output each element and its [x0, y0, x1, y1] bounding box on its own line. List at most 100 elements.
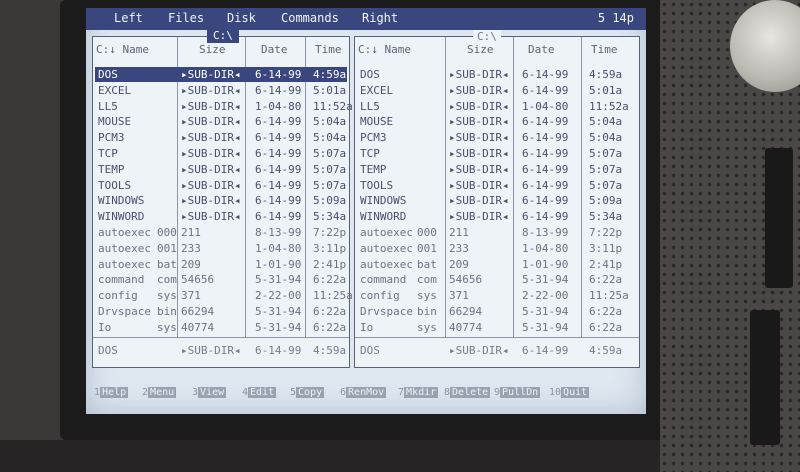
- file-row[interactable]: PCM3 ▸SUB-DIR◂ 6-14-99 5:04a: [357, 130, 637, 145]
- file-date: 6-14-99: [255, 131, 302, 145]
- file-row[interactable]: autoexec 001 233 1-04-80 3:11p: [95, 241, 347, 256]
- file-extension: bat: [417, 257, 437, 271]
- menu-bar: Left Files Disk Commands Right 5 14p: [86, 8, 646, 30]
- left-time-header[interactable]: Time: [315, 43, 342, 56]
- status-time: 4:59a: [589, 344, 623, 357]
- file-row[interactable]: DOS ▸SUB-DIR◂ 6-14-99 4:59a: [95, 67, 347, 82]
- left-file-panel[interactable]: C:\ C:↓ Name Size Date Time DOS ▸SUB-DIR◂ 6-14…: [92, 28, 353, 368]
- fkey-copy-button[interactable]: 5 Copy: [290, 386, 325, 400]
- file-size: ▸SUB-DIR◂: [449, 210, 509, 224]
- file-time: 5:09a: [313, 194, 347, 208]
- menu-files[interactable]: Files: [168, 11, 204, 25]
- file-row[interactable]: autoexec 000 211 8-13-99 7:22p: [95, 225, 347, 240]
- laptop-base: [0, 440, 660, 472]
- file-row[interactable]: WINDOWS ▸SUB-DIR◂ 6-14-99 5:09a: [357, 193, 637, 208]
- file-name: WINDOWS: [98, 194, 145, 208]
- file-row[interactable]: DOS ▸SUB-DIR◂ 6-14-99 4:59a: [357, 67, 637, 82]
- left-size-header[interactable]: Size: [199, 43, 226, 56]
- file-row[interactable]: TOOLS ▸SUB-DIR◂ 6-14-99 5:07a: [95, 178, 347, 193]
- file-row[interactable]: TEMP ▸SUB-DIR◂ 6-14-99 5:07a: [95, 162, 347, 177]
- fkey-delete-button[interactable]: 8 Delete: [444, 386, 491, 400]
- file-row[interactable]: Drvspace bin 66294 5-31-94 6:22a: [357, 304, 637, 319]
- fkey-quit-button[interactable]: 10 Quit: [549, 386, 590, 400]
- file-time: 11:52a: [589, 99, 629, 113]
- file-row[interactable]: Io sys 40774 5-31-94 6:22a: [95, 320, 347, 335]
- file-row[interactable]: TEMP ▸SUB-DIR◂ 6-14-99 5:07a: [357, 162, 637, 177]
- right-name-header[interactable]: C:↓ Name: [358, 43, 411, 56]
- file-row[interactable]: autoexec 001 233 1-04-80 3:11p: [357, 241, 637, 256]
- file-size: 371: [449, 289, 469, 303]
- fkey-pulldn-button[interactable]: 9 PullDn: [494, 386, 541, 400]
- file-row[interactable]: command com 54656 5-31-94 6:22a: [95, 272, 347, 287]
- menu-left[interactable]: Left: [114, 11, 143, 25]
- file-row[interactable]: EXCEL ▸SUB-DIR◂ 6-14-99 5:01a: [357, 83, 637, 98]
- file-row[interactable]: WINDOWS ▸SUB-DIR◂ 6-14-99 5:09a: [95, 193, 347, 208]
- menu-commands[interactable]: Commands: [281, 11, 339, 25]
- right-date-header[interactable]: Date: [528, 43, 555, 56]
- left-name-header[interactable]: C:↓ Name: [96, 43, 149, 56]
- right-time-header[interactable]: Time: [591, 43, 618, 56]
- file-extension: com: [157, 273, 177, 287]
- file-size: 371: [181, 289, 201, 303]
- file-row[interactable]: MOUSE ▸SUB-DIR◂ 6-14-99 5:04a: [95, 114, 347, 129]
- file-name: Io: [98, 320, 112, 334]
- file-name: config: [98, 289, 138, 303]
- fkey-help-button[interactable]: 1 Help: [94, 386, 129, 400]
- file-row[interactable]: TCP ▸SUB-DIR◂ 6-14-99 5:07a: [95, 146, 347, 161]
- fkey-label: RenMov: [346, 387, 387, 398]
- menu-right[interactable]: Right: [362, 11, 398, 25]
- file-size: 40774: [449, 320, 483, 334]
- file-row[interactable]: LL5 ▸SUB-DIR◂ 1-04-80 11:52a: [95, 99, 353, 114]
- file-name: LL5: [360, 99, 380, 113]
- status-date: 6-14-99: [255, 344, 302, 357]
- file-date: 2-22-00: [255, 289, 302, 303]
- file-time: 5:01a: [313, 83, 347, 97]
- fkey-label: Menu: [148, 387, 177, 398]
- file-row[interactable]: config sys 371 2-22-00 11:25a: [357, 288, 637, 303]
- file-size: ▸SUB-DIR◂: [449, 147, 509, 160]
- left-date-header[interactable]: Date: [261, 43, 288, 56]
- file-size: ▸SUB-DIR◂: [181, 68, 241, 81]
- file-size: ▸SUB-DIR◂: [181, 178, 241, 192]
- file-date: 1-04-80: [522, 241, 569, 255]
- status-size: ▸SUB-DIR◂: [449, 344, 509, 357]
- file-name: TCP: [98, 147, 118, 160]
- file-date: 5-31-94: [522, 273, 569, 287]
- fkey-renmov-button[interactable]: 6 RenMov: [340, 386, 387, 400]
- file-row[interactable]: command com 54656 5-31-94 6:22a: [357, 272, 637, 287]
- file-row[interactable]: MOUSE ▸SUB-DIR◂ 6-14-99 5:04a: [357, 114, 637, 129]
- menu-disk[interactable]: Disk: [227, 11, 256, 25]
- fkey-menu-button[interactable]: 2 Menu: [142, 386, 177, 400]
- file-date: 1-01-90: [255, 257, 302, 271]
- file-row[interactable]: PCM3 ▸SUB-DIR◂ 6-14-99 5:04a: [95, 130, 347, 145]
- file-row[interactable]: config sys 371 2-22-00 11:25a: [95, 288, 353, 303]
- file-extension: bin: [157, 305, 177, 318]
- file-row[interactable]: EXCEL ▸SUB-DIR◂ 6-14-99 5:01a: [95, 83, 347, 98]
- file-date: 1-04-80: [522, 99, 569, 113]
- file-time: 5:01a: [589, 83, 623, 97]
- file-row[interactable]: autoexec 000 211 8-13-99 7:22p: [357, 225, 637, 240]
- file-row[interactable]: Io sys 40774 5-31-94 6:22a: [357, 320, 637, 335]
- file-date: 6-14-99: [522, 131, 569, 145]
- file-date: 6-14-99: [255, 194, 302, 208]
- file-extension: 001: [157, 241, 177, 255]
- fkey-mkdir-button[interactable]: 7 Mkdir: [398, 386, 439, 400]
- file-time: 3:11p: [313, 241, 347, 255]
- file-row[interactable]: WINWORD ▸SUB-DIR◂ 6-14-99 5:34a: [357, 209, 637, 224]
- file-size: ▸SUB-DIR◂: [449, 162, 509, 176]
- file-row[interactable]: autoexec bat 209 1-01-90 2:41p: [357, 257, 637, 272]
- file-row[interactable]: TCP ▸SUB-DIR◂ 6-14-99 5:07a: [357, 146, 637, 161]
- file-time: 5:07a: [313, 178, 347, 192]
- fkey-edit-button[interactable]: 4 Edit: [242, 386, 277, 400]
- file-row[interactable]: LL5 ▸SUB-DIR◂ 1-04-80 11:52a: [357, 99, 637, 114]
- right-file-panel[interactable]: C:\ C:↓ Name Size Date Time DOS ▸SUB-DIR◂ 6-14…: [354, 30, 640, 368]
- file-row[interactable]: WINWORD ▸SUB-DIR◂ 6-14-99 5:34a: [95, 209, 347, 224]
- file-name: autoexec: [360, 257, 413, 271]
- right-size-header[interactable]: Size: [467, 43, 494, 56]
- fkey-view-button[interactable]: 3 View: [192, 386, 227, 400]
- file-row[interactable]: Drvspace bin 66294 5-31-94 6:22a: [95, 304, 347, 319]
- file-row[interactable]: TOOLS ▸SUB-DIR◂ 6-14-99 5:07a: [357, 178, 637, 193]
- file-name: Drvspace: [360, 305, 413, 318]
- file-row[interactable]: autoexec bat 209 1-01-90 2:41p: [95, 257, 347, 272]
- file-time: 5:04a: [313, 115, 347, 129]
